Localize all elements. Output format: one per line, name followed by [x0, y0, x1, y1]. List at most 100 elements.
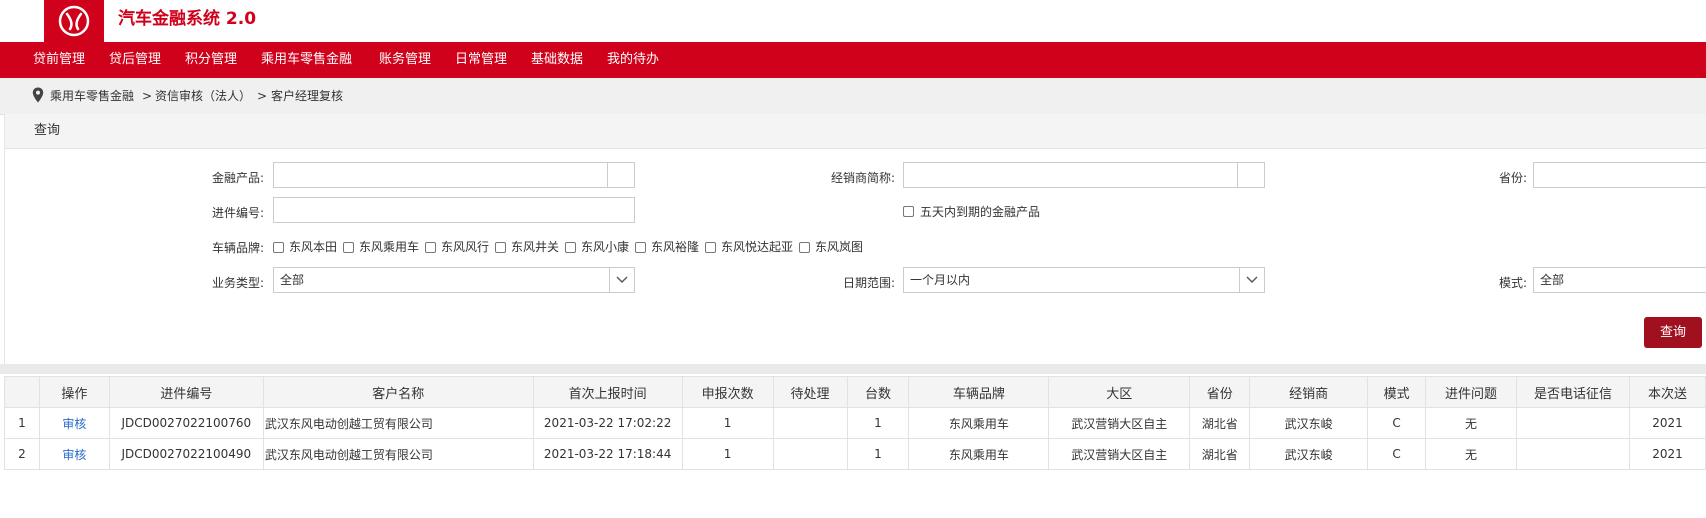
cell-pending [772, 407, 848, 439]
date-range-select[interactable]: 一个月以内 [903, 267, 1265, 293]
col-header-index [4, 376, 40, 408]
mode-value: 全部 [1540, 273, 1565, 287]
entry-label: 进件编号: [212, 206, 265, 220]
nav-item-postloan[interactable]: 贷后管理 [109, 42, 161, 78]
dongfeng-logo-icon[interactable] [44, 0, 104, 42]
location-pin-icon [32, 87, 44, 106]
breadcrumb-item-current: 客户经理复核 [271, 89, 344, 103]
col-header-pending[interactable]: 待处理 [772, 376, 848, 408]
breadcrumb-item-credit-review[interactable]: 资信审核（法人） [155, 78, 251, 114]
cell-units: 1 [846, 438, 910, 470]
breadcrumb-item-retail-finance[interactable]: 乘用车零售金融 [50, 78, 134, 114]
cell-entry-no: JDCD0027022100760 [108, 407, 264, 439]
brand-checkbox-passenger[interactable] [343, 242, 354, 253]
brand-checkbox-voyah[interactable] [799, 242, 810, 253]
brand-label-yulong: 东风裕隆 [651, 240, 700, 254]
main-nav: 贷前管理 贷后管理 积分管理 乘用车零售金融 账务管理 日常管理 基础数据 我的… [0, 42, 1706, 78]
mode-select[interactable]: 全部 [1533, 267, 1706, 293]
cell-entry-no: JDCD0027022100490 [108, 438, 264, 470]
brand-checkbox-honda[interactable] [273, 242, 284, 253]
app-title: 汽车金融系统 2.0 [118, 9, 257, 29]
brand-checkbox-xiaokang[interactable] [565, 242, 576, 253]
cell-province: 湖北省 [1189, 438, 1251, 470]
col-header-action[interactable]: 操作 [38, 376, 110, 408]
dealer-label: 经销商简称: [831, 171, 896, 185]
brand-label-jingguan: 东风井关 [511, 240, 560, 254]
col-header-brand[interactable]: 车辆品牌 [908, 376, 1050, 408]
cell-phone-check [1515, 438, 1630, 470]
col-header-dealer[interactable]: 经销商 [1249, 376, 1369, 408]
cell-region: 武汉营销大区自主 [1048, 407, 1191, 439]
top-header: 汽车金融系统 2.0 [0, 0, 1706, 42]
brand-label: 车辆品牌: [212, 241, 265, 255]
query-submit-button[interactable]: 查询 [1644, 317, 1702, 348]
col-header-customer[interactable]: 客户名称 [262, 376, 534, 408]
col-header-mode[interactable]: 模式 [1367, 376, 1427, 408]
table-header-row: 操作 进件编号 客户名称 首次上报时间 申报次数 待处理 台数 车辆品牌 大区 … [4, 376, 1706, 408]
nav-item-points[interactable]: 积分管理 [185, 42, 237, 78]
brand-label-kia: 东风悦达起亚 [721, 240, 794, 254]
cell-region: 武汉营销大区自主 [1048, 438, 1191, 470]
cell-dealer: 武汉东峻 [1249, 407, 1369, 439]
nav-item-basic-data[interactable]: 基础数据 [531, 42, 583, 78]
review-link[interactable]: 审核 [38, 407, 110, 439]
dealer-picker-button[interactable] [1237, 163, 1264, 187]
brand-checkbox-jingguan[interactable] [495, 242, 506, 253]
nav-item-accounts[interactable]: 账务管理 [379, 42, 431, 78]
province-field[interactable] [1533, 162, 1706, 188]
col-header-entry-no[interactable]: 进件编号 [108, 376, 264, 408]
dealer-field[interactable] [903, 162, 1265, 188]
chevron-down-icon[interactable] [1239, 268, 1264, 292]
col-header-units[interactable]: 台数 [846, 376, 910, 408]
results-table: 操作 进件编号 客户名称 首次上报时间 申报次数 待处理 台数 车辆品牌 大区 … [4, 376, 1706, 470]
chevron-down-icon[interactable] [609, 268, 634, 292]
mode-label: 模式: [1499, 276, 1528, 290]
cell-report-count: 1 [681, 407, 774, 439]
cell-province: 湖北省 [1189, 407, 1251, 439]
cell-first-report: 2021-03-22 17:18:44 [532, 438, 683, 470]
query-panel-header: 查询 [5, 114, 1706, 149]
brand-checkbox-fengxing[interactable] [425, 242, 436, 253]
nav-item-retail-finance[interactable]: 乘用车零售金融 [261, 42, 352, 78]
nav-item-my-todo[interactable]: 我的待办 [607, 42, 659, 78]
cell-phone-check [1515, 407, 1630, 439]
date-range-value: 一个月以内 [910, 273, 971, 287]
col-header-issue[interactable]: 进件问题 [1425, 376, 1517, 408]
product-picker-button[interactable] [607, 163, 634, 187]
brand-checkbox-yulong[interactable] [635, 242, 646, 253]
brand-label-honda: 东风本田 [289, 240, 338, 254]
col-header-this-send[interactable]: 本次送 [1628, 376, 1706, 408]
product-field[interactable] [273, 162, 635, 188]
brand-label-voyah: 东风岚图 [815, 240, 864, 254]
biz-type-value: 全部 [280, 273, 305, 287]
review-link[interactable]: 审核 [38, 438, 110, 470]
col-header-phone-check[interactable]: 是否电话征信 [1515, 376, 1630, 408]
table-row[interactable]: 2 审核 JDCD0027022100490 武汉东风电动创越工贸有限公司 20… [4, 438, 1706, 470]
entry-number-input[interactable] [273, 197, 635, 223]
brand-label-passenger: 东风乘用车 [359, 240, 420, 254]
cell-this-send: 2021 [1628, 407, 1706, 439]
section-divider [0, 364, 1706, 374]
nav-item-daily[interactable]: 日常管理 [455, 42, 507, 78]
biz-type-select[interactable]: 全部 [273, 267, 635, 293]
cell-issue: 无 [1425, 407, 1517, 439]
col-header-region[interactable]: 大区 [1048, 376, 1191, 408]
cell-pending [772, 438, 848, 470]
col-header-province[interactable]: 省份 [1189, 376, 1251, 408]
brand-label-xiaokang: 东风小康 [581, 240, 630, 254]
biz-type-label: 业务类型: [212, 276, 265, 290]
nav-item-preloan[interactable]: 贷前管理 [33, 42, 85, 78]
breadcrumb: 乘用车零售金融 > 资信审核（法人） > 客户经理复核 [0, 78, 1706, 115]
expiring-products-label: 五天内到期的金融产品 [920, 205, 1041, 219]
product-label: 金融产品: [212, 171, 265, 185]
expiring-products-checkbox[interactable] [903, 206, 914, 217]
brand-checkbox-kia[interactable] [705, 242, 716, 253]
province-label: 省份: [1499, 171, 1528, 185]
col-header-first-report[interactable]: 首次上报时间 [532, 376, 683, 408]
date-range-label: 日期范围: [843, 276, 896, 290]
cell-units: 1 [846, 407, 910, 439]
breadcrumb-separator: > [257, 89, 268, 103]
col-header-report-count[interactable]: 申报次数 [681, 376, 774, 408]
table-row[interactable]: 1 审核 JDCD0027022100760 武汉东风电动创越工贸有限公司 20… [4, 407, 1706, 439]
cell-brand: 东风乘用车 [908, 438, 1050, 470]
